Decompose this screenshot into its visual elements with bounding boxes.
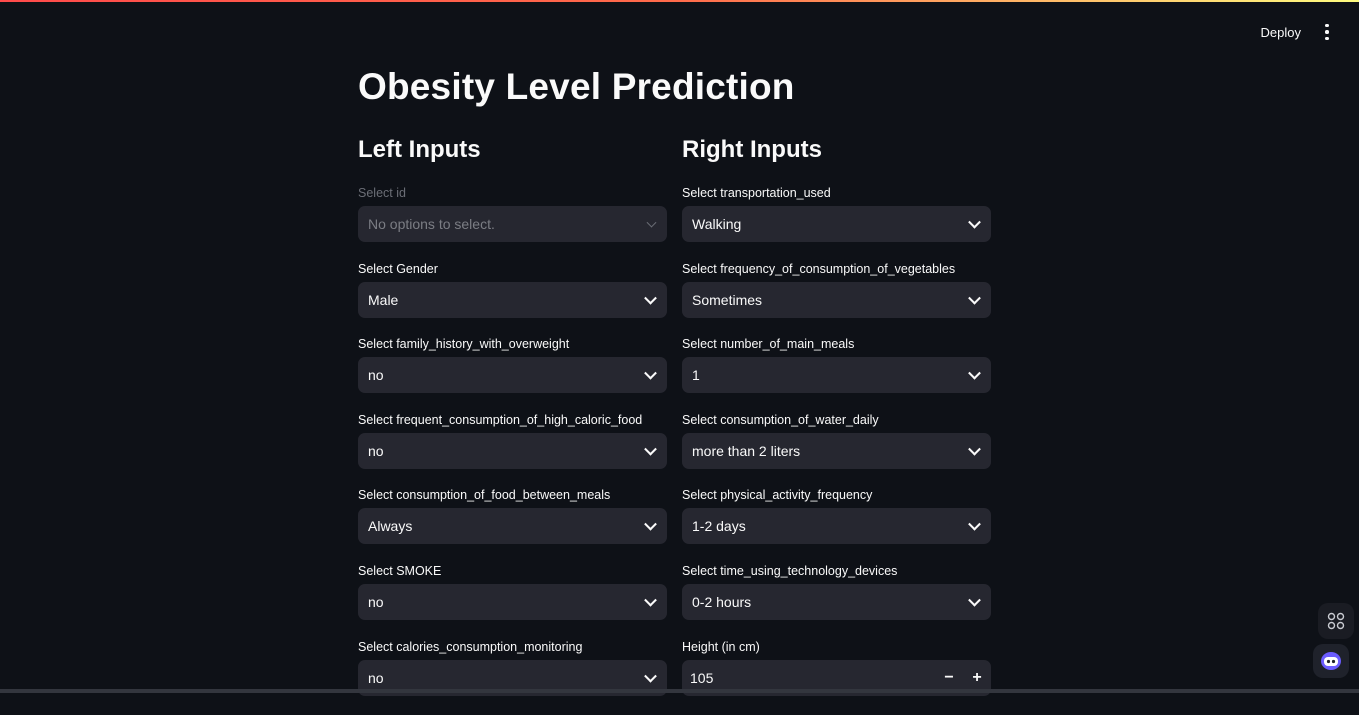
calories-monitoring-label: Select calories_consumption_monitoring [358,640,667,660]
id-label: Select id [358,186,667,206]
smoke-field: Select SMOKE no [358,564,667,640]
between-meals-label: Select consumption_of_food_between_meals [358,488,667,508]
transportation-field: Select transportation_used Walking [682,186,991,262]
height-field: Height (in cm) 105 − + [682,640,991,715]
between-meals-select[interactable]: Always [358,508,667,544]
water-daily-label: Select consumption_of_water_daily [682,413,991,433]
high-caloric-field: Select frequent_consumption_of_high_calo… [358,413,667,489]
main-meals-select-value: 1 [692,367,700,383]
chevron-down-icon [644,443,657,456]
technology-devices-field: Select time_using_technology_devices 0-2… [682,564,991,640]
technology-devices-select-value: 0-2 hours [692,594,751,610]
high-caloric-select[interactable]: no [358,433,667,469]
chevron-down-icon [968,518,981,531]
family-history-select[interactable]: no [358,357,667,393]
family-history-field: Select family_history_with_overweight no [358,337,667,413]
smoke-select[interactable]: no [358,584,667,620]
main-meals-select[interactable]: 1 [682,357,991,393]
high-caloric-select-value: no [368,443,384,459]
gender-field: Select Gender Male [358,262,667,338]
chevron-down-icon [968,367,981,380]
chevron-down-icon [644,291,657,304]
vegetables-label: Select frequency_of_consumption_of_veget… [682,262,991,282]
id-select: No options to select. [358,206,667,242]
right-inputs-column: Right Inputs Select transportation_used … [682,134,991,715]
gender-label: Select Gender [358,262,667,282]
grid-app-icon[interactable] [1318,603,1354,639]
technology-devices-select[interactable]: 0-2 hours [682,584,991,620]
smoke-select-value: no [368,594,384,610]
top-decoration-bar [0,0,1359,2]
between-meals-select-value: Always [368,518,412,534]
vegetables-select[interactable]: Sometimes [682,282,991,318]
physical-activity-select[interactable]: 1-2 days [682,508,991,544]
water-daily-select-value: more than 2 liters [692,443,800,459]
physical-activity-label: Select physical_activity_frequency [682,488,991,508]
chevron-down-icon [968,594,981,607]
page-title: Obesity Level Prediction [358,66,795,108]
technology-devices-label: Select time_using_technology_devices [682,564,991,584]
vegetables-field: Select frequency_of_consumption_of_veget… [682,262,991,338]
left-inputs-column: Left Inputs Select id No options to sele… [358,134,667,715]
water-daily-field: Select consumption_of_water_daily more t… [682,413,991,489]
left-inputs-heading: Left Inputs [358,134,667,166]
between-meals-field: Select consumption_of_food_between_meals… [358,488,667,564]
gender-select[interactable]: Male [358,282,667,318]
chevron-down-icon [968,291,981,304]
id-select-value: No options to select. [368,216,495,232]
chevron-down-icon [968,216,981,229]
height-input-value[interactable]: 105 [682,670,935,686]
height-label: Height (in cm) [682,640,991,660]
kebab-menu-icon[interactable] [1321,22,1333,42]
chevron-down-icon [644,669,657,682]
transportation-label: Select transportation_used [682,186,991,206]
chevron-down-icon [644,367,657,380]
smoke-label: Select SMOKE [358,564,667,584]
deploy-button[interactable]: Deploy [1261,25,1301,40]
transportation-select-value: Walking [692,216,741,232]
main-meals-field: Select number_of_main_meals 1 [682,337,991,413]
assistant-bot-icon[interactable] [1313,644,1349,678]
calories-monitoring-field: Select calories_consumption_monitoring n… [358,640,667,715]
right-inputs-heading: Right Inputs [682,134,991,166]
transportation-select[interactable]: Walking [682,206,991,242]
chevron-down-icon [644,518,657,531]
id-field: Select id No options to select. [358,186,667,262]
gender-select-value: Male [368,292,398,308]
header-toolbar: Deploy [1261,22,1333,42]
chevron-down-icon [647,218,657,228]
chevron-down-icon [644,594,657,607]
family-history-select-value: no [368,367,384,383]
family-history-label: Select family_history_with_overweight [358,337,667,357]
vegetables-select-value: Sometimes [692,292,762,308]
chevron-down-icon [968,443,981,456]
physical-activity-select-value: 1-2 days [692,518,746,534]
main-meals-label: Select number_of_main_meals [682,337,991,357]
bottom-scroll-edge [0,689,1359,693]
water-daily-select[interactable]: more than 2 liters [682,433,991,469]
calories-monitoring-select-value: no [368,670,384,686]
physical-activity-field: Select physical_activity_frequency 1-2 d… [682,488,991,564]
high-caloric-label: Select frequent_consumption_of_high_calo… [358,413,667,433]
